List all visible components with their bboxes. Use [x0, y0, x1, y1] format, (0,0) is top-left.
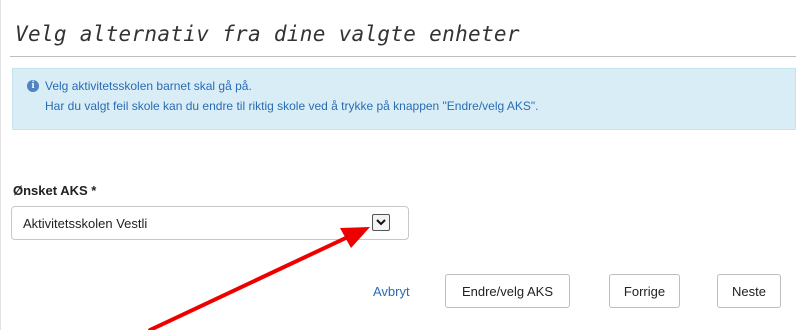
annotation-arrow: [148, 227, 370, 330]
